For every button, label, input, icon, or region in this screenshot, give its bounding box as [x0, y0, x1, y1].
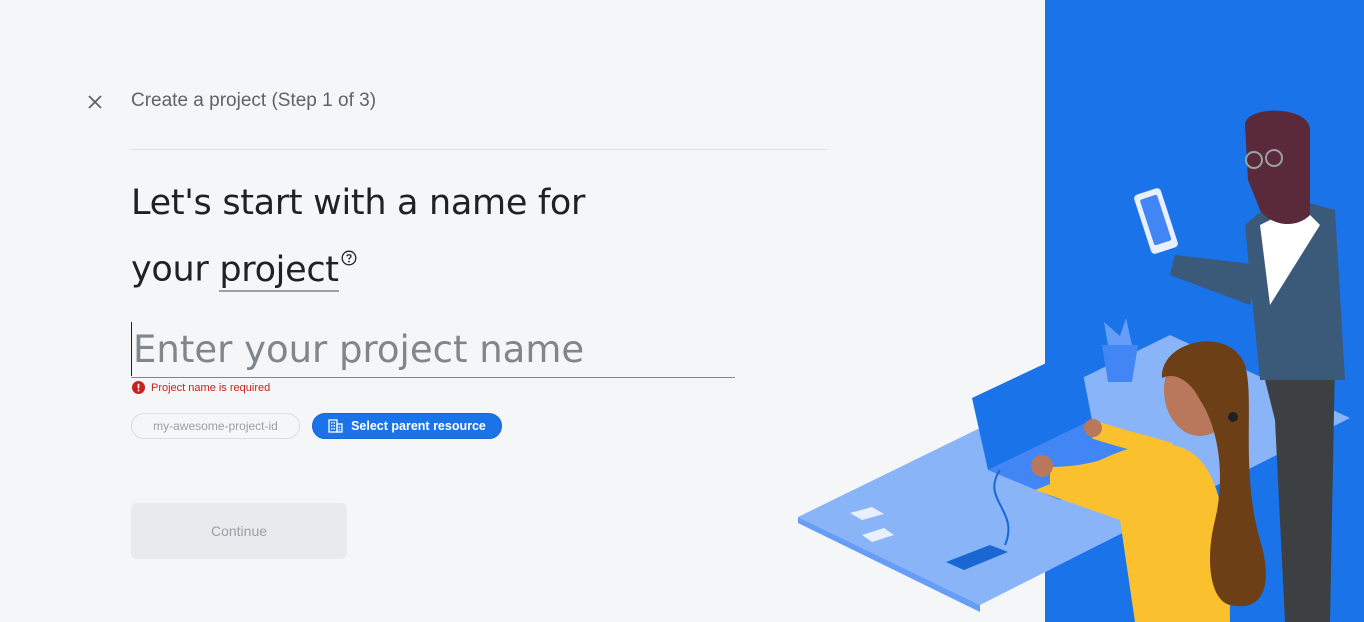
close-button[interactable] — [84, 91, 106, 113]
page-title: Create a project (Step 1 of 3) — [131, 90, 377, 111]
error-message: Project name is required — [132, 381, 270, 394]
project-illustration — [798, 0, 1364, 622]
close-icon — [88, 95, 102, 109]
select-parent-resource-label: Select parent resource — [351, 419, 486, 433]
select-parent-resource-button[interactable]: Select parent resource — [312, 413, 502, 439]
error-text: Project name is required — [151, 381, 271, 394]
continue-button[interactable]: Continue — [131, 503, 347, 559]
headline-line-2: your — [131, 249, 220, 290]
project-name-field — [131, 322, 735, 378]
divider — [131, 149, 827, 150]
project-term-link[interactable]: project — [219, 249, 339, 292]
help-circle-icon[interactable] — [341, 228, 357, 266]
error-icon — [132, 381, 145, 394]
project-id-chip[interactable]: my-awesome-project-id — [131, 413, 300, 439]
headline-line-1: Let's start with a name for — [131, 183, 586, 223]
building-icon — [328, 419, 343, 433]
project-name-input[interactable] — [131, 322, 735, 376]
headline: Let's start with a name for your project — [131, 176, 651, 297]
